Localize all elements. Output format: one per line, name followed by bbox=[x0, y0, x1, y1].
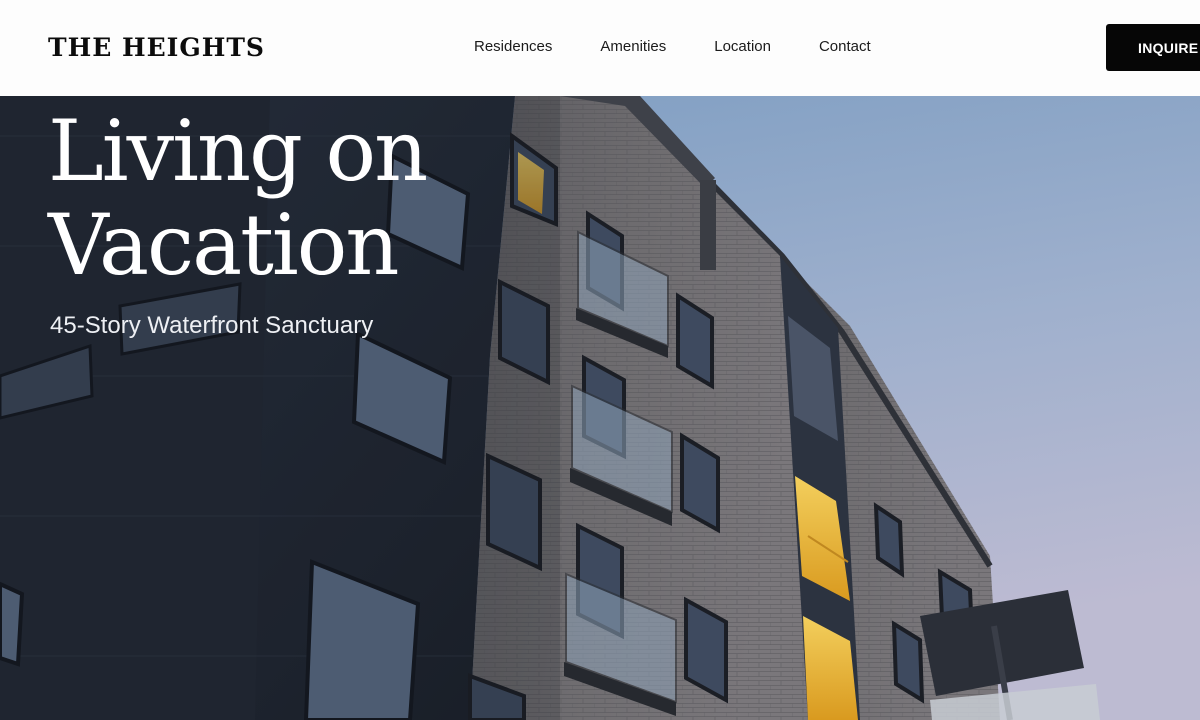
nav-link-residences[interactable]: Residences bbox=[474, 36, 552, 58]
main-nav: Residences Amenities Location Contact bbox=[474, 36, 871, 58]
nav-link-amenities[interactable]: Amenities bbox=[600, 36, 666, 58]
nav-link-location[interactable]: Location bbox=[714, 36, 771, 58]
hero-subheadline: 45-Story Waterfront Sanctuary bbox=[50, 312, 374, 339]
site-header: THE HEIGHTS Residences Amenities Locatio… bbox=[0, 0, 1200, 96]
nav-link-contact[interactable]: Contact bbox=[819, 36, 871, 58]
brand-logo[interactable]: THE HEIGHTS bbox=[48, 32, 265, 64]
hero-section: Living on Vacation 45-Story Waterfront S… bbox=[0, 96, 1200, 720]
hero-headline: Living on Vacation bbox=[48, 102, 428, 294]
inquire-button[interactable]: INQUIRE bbox=[1106, 24, 1200, 71]
hero-copy: Living on Vacation 45-Story Waterfront S… bbox=[48, 104, 478, 342]
